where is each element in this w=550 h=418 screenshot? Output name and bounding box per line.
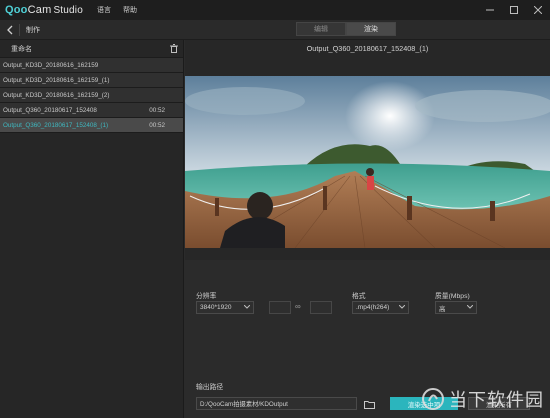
list-item[interactable]: Output_Q360_20180617_152408 00:52	[0, 103, 183, 118]
width-input[interactable]	[269, 301, 291, 314]
main-panel: Output_Q360_20180617_152408_(1) 分辨率 3840…	[185, 40, 550, 418]
mode-tabs: 编辑 渲染	[296, 22, 396, 36]
file-duration: 00:52	[149, 106, 165, 114]
format-select[interactable]: .mp4(h264)	[352, 301, 409, 314]
trash-icon[interactable]	[169, 44, 179, 54]
watermark-text: 当下软件园	[449, 390, 544, 410]
file-duration: 00:52	[149, 121, 165, 129]
chevron-down-icon	[398, 304, 406, 311]
height-input[interactable]	[310, 301, 332, 314]
chevron-down-icon	[243, 304, 251, 311]
output-path-label: 输出路径	[196, 384, 224, 391]
folder-icon[interactable]	[363, 398, 375, 410]
resolution-select[interactable]: 3840*1920	[196, 301, 254, 314]
brand-prefix: Qoo	[5, 4, 28, 16]
app-logo: Qoo Cam Studio	[5, 4, 83, 16]
tab-render[interactable]: 渲染	[346, 22, 396, 36]
minimize-icon[interactable]	[478, 0, 502, 20]
format-label: 格式	[352, 293, 366, 300]
file-name: Output_Q360_20180617_152408	[3, 106, 97, 114]
toolbar: 制作 编辑 渲染	[0, 20, 550, 40]
quality-value: 高	[439, 305, 446, 313]
panorama-image	[185, 76, 550, 248]
file-list-header: 重命名	[0, 40, 183, 58]
chevron-down-icon	[466, 304, 474, 311]
menu-help[interactable]: 帮助	[123, 5, 137, 15]
list-item[interactable]: Output_KD3D_20180616_162159_(2)	[0, 88, 183, 103]
watermark-logo-icon	[422, 388, 444, 410]
menu-language[interactable]: 语言	[97, 5, 111, 15]
watermark: 当下软件园	[421, 386, 544, 412]
file-name: Output_KD3D_20180616_162159	[3, 61, 99, 69]
current-file-title: Output_Q360_20180617_152408_(1)	[306, 44, 429, 53]
quality-select[interactable]: 高	[435, 301, 477, 314]
file-name: Output_KD3D_20180616_162159_(2)	[3, 91, 110, 99]
tab-edit[interactable]: 编辑	[296, 22, 346, 36]
format-value: .mp4(h264)	[356, 304, 390, 311]
list-item[interactable]: Output_KD3D_20180616_162159_(1)	[0, 73, 183, 88]
rename-button[interactable]: 重命名	[11, 44, 32, 54]
back-icon[interactable]	[3, 23, 17, 37]
file-name: Output_KD3D_20180616_162159_(1)	[3, 76, 110, 84]
title-bar: Qoo Cam Studio 语言 帮助	[0, 0, 550, 20]
maximize-icon[interactable]	[502, 0, 526, 20]
brand-suffix: Studio	[53, 5, 83, 16]
list-item-selected[interactable]: Output_Q360_20180617_152408_(1) 00:52	[0, 118, 183, 133]
quality-label: 质量(Mbps)	[435, 293, 470, 300]
file-list-panel: 重命名 Output_KD3D_20180616_162159 Output_K…	[0, 40, 184, 418]
close-icon[interactable]	[526, 0, 550, 20]
video-preview[interactable]	[185, 76, 550, 248]
output-path-field[interactable]: D:/QooCam拍摄素材/KDOutput	[196, 397, 357, 410]
brand-mid: Cam	[27, 4, 52, 16]
file-name: Output_Q360_20180617_152408_(1)	[3, 121, 109, 129]
toolbar-divider	[19, 24, 20, 36]
link-icon[interactable]: ∞	[295, 302, 301, 311]
resolution-label: 分辨率	[196, 293, 217, 300]
breadcrumb: 制作	[26, 27, 40, 34]
resolution-value: 3840*1920	[200, 304, 232, 311]
list-item[interactable]: Output_KD3D_20180616_162159	[0, 58, 183, 73]
